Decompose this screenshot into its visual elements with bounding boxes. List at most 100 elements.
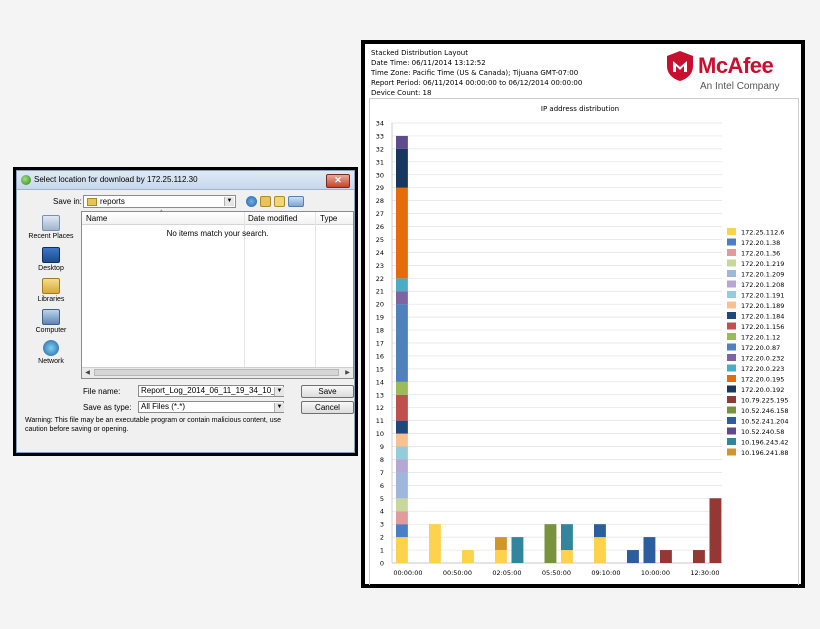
bar-segment xyxy=(462,550,474,563)
places-bar: Recent Places Desktop Libraries Computer… xyxy=(23,213,79,365)
legend-swatch xyxy=(727,228,736,235)
chevron-down-icon[interactable]: ▼ xyxy=(274,403,284,412)
y-tick-label: 8 xyxy=(380,456,384,464)
column-name[interactable]: Name xyxy=(86,214,107,223)
legend-label: 172.25.112.6 xyxy=(741,229,784,237)
y-tick-label: 10 xyxy=(376,430,384,438)
brand-subtitle: An Intel Company xyxy=(700,81,780,92)
up-folder-icon[interactable] xyxy=(260,196,271,207)
place-label: Libraries xyxy=(37,296,65,303)
place-computer[interactable]: Computer xyxy=(23,309,79,334)
legend-swatch xyxy=(727,333,736,340)
legend-swatch xyxy=(727,427,736,435)
x-tick-label: 05:50:00 xyxy=(542,569,571,577)
bar-segment xyxy=(429,524,441,563)
y-tick-label: 27 xyxy=(376,210,384,218)
y-tick-label: 33 xyxy=(376,132,384,140)
dialog-titlebar[interactable]: Select location for download by 172.25.1… xyxy=(17,171,354,190)
chevron-down-icon[interactable]: ▼ xyxy=(274,387,284,396)
y-tick-label: 29 xyxy=(376,184,384,192)
legend-label: 10.52.240.58 xyxy=(741,428,784,436)
scroll-left-icon[interactable]: ◀ xyxy=(83,369,92,377)
place-recent-places[interactable]: Recent Places xyxy=(23,215,79,240)
legend-swatch xyxy=(727,322,736,330)
horizontal-scrollbar[interactable]: ◀ ▶ xyxy=(82,367,353,378)
chart-title: IP address distribution xyxy=(541,105,619,113)
libraries-icon xyxy=(42,278,60,294)
legend-label: 172.20.1.36 xyxy=(741,250,780,258)
bar-segment xyxy=(561,524,573,551)
legend-swatch xyxy=(727,343,736,351)
legend-label: 172.20.0.232 xyxy=(741,355,784,363)
place-network[interactable]: Network xyxy=(23,340,79,365)
report-page: Stacked Distribution Layout Date Time: 0… xyxy=(365,44,801,585)
y-tick-label: 5 xyxy=(380,495,384,503)
y-tick-label: 15 xyxy=(376,365,384,373)
bar-segment xyxy=(511,537,524,563)
legend-label: 172.20.0.87 xyxy=(741,344,780,352)
save-in-value: reports xyxy=(100,197,125,206)
file-list[interactable]: Name ^ Date modified Type No items match… xyxy=(81,210,354,379)
legend-swatch xyxy=(727,438,736,445)
y-tick-label: 3 xyxy=(380,521,384,529)
legend-swatch xyxy=(727,385,736,393)
legend-swatch xyxy=(727,270,736,277)
cancel-button[interactable]: Cancel xyxy=(301,401,354,414)
legend-label: 10.52.246.158 xyxy=(741,407,789,415)
save-in-dropdown[interactable]: reports ▼ xyxy=(83,195,236,208)
legend-swatch xyxy=(727,291,736,298)
legend-swatch xyxy=(727,238,736,246)
save-as-type-label: Save as type: xyxy=(83,403,132,412)
desktop-icon xyxy=(42,247,60,263)
legend-label: 172.20.0.223 xyxy=(741,365,784,373)
y-tick-label: 23 xyxy=(376,262,384,270)
y-tick-label: 0 xyxy=(380,560,384,568)
bar-segment xyxy=(396,381,408,395)
bar-segment xyxy=(396,537,408,563)
bar-segment xyxy=(396,446,408,460)
dialog-frame: Select location for download by 172.25.1… xyxy=(13,167,358,456)
new-folder-icon[interactable] xyxy=(274,196,285,207)
legend-label: 172.20.1.208 xyxy=(741,281,784,289)
chevron-down-icon[interactable]: ▼ xyxy=(224,197,234,206)
x-tick-label: 10:00:00 xyxy=(641,569,670,577)
legend-swatch xyxy=(727,259,736,267)
y-tick-label: 2 xyxy=(380,534,384,542)
bar-segment xyxy=(396,433,408,447)
scrollbar-thumb[interactable] xyxy=(94,369,339,376)
bar-segment xyxy=(396,187,408,279)
save-button[interactable]: Save xyxy=(301,385,354,398)
bar-segment xyxy=(396,420,408,434)
legend-swatch xyxy=(727,406,736,414)
save-as-type-value: All Files (*.*) xyxy=(141,402,186,411)
back-icon[interactable] xyxy=(246,196,257,207)
place-desktop[interactable]: Desktop xyxy=(23,247,79,272)
place-libraries[interactable]: Libraries xyxy=(23,278,79,303)
y-tick-label: 32 xyxy=(376,145,384,153)
report-frame: Stacked Distribution Layout Date Time: 0… xyxy=(361,40,805,588)
legend-label: 172.20.1.12 xyxy=(741,334,780,342)
warning-text: Warning: This file may be an executable … xyxy=(25,417,282,433)
save-as-type-dropdown[interactable]: All Files (*.*) xyxy=(138,401,284,413)
y-tick-label: 17 xyxy=(376,340,384,348)
column-type[interactable]: Type xyxy=(320,214,337,223)
bar-segment xyxy=(396,135,408,149)
place-label: Desktop xyxy=(38,265,64,272)
scroll-right-icon[interactable]: ▶ xyxy=(343,369,352,377)
y-tick-label: 16 xyxy=(376,352,384,360)
file-name-input[interactable]: Report_Log_2014_06_11_19_34_10_843.pdf xyxy=(138,385,284,397)
legend-label: 172.20.1.219 xyxy=(741,260,784,268)
bar-segment xyxy=(561,550,573,563)
legend-label: 172.20.0.192 xyxy=(741,386,784,394)
column-date-modified[interactable]: Date modified xyxy=(248,214,297,223)
y-tick-label: 11 xyxy=(376,417,384,425)
browser-icon xyxy=(21,175,31,185)
bar-segment xyxy=(396,304,408,382)
network-icon xyxy=(43,340,59,356)
bar-segment xyxy=(396,524,408,538)
view-menu-icon[interactable] xyxy=(288,196,304,207)
legend-label: 172.20.1.209 xyxy=(741,271,784,279)
legend-swatch xyxy=(727,354,736,361)
close-button[interactable]: ✕ xyxy=(326,174,350,188)
y-tick-label: 30 xyxy=(376,171,384,179)
